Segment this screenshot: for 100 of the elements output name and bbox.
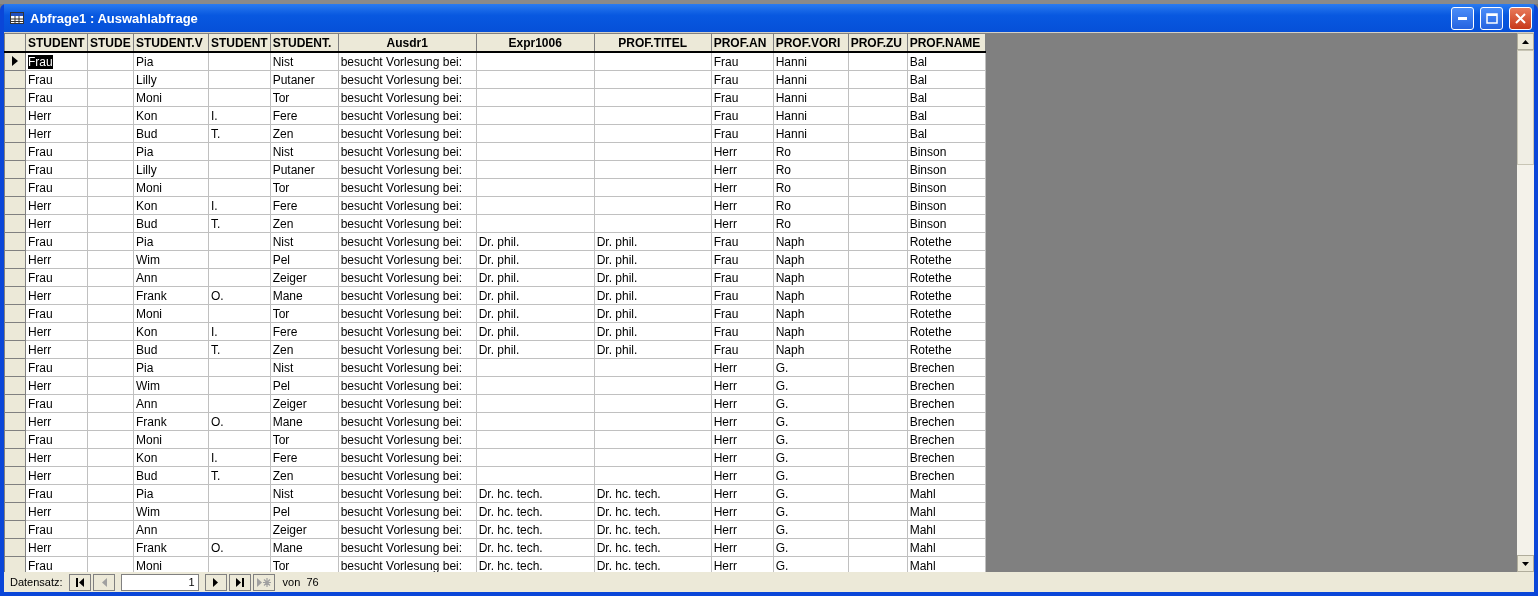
table-cell: Frau	[711, 70, 774, 89]
table-cell	[87, 106, 134, 125]
table-cell: Herr	[711, 214, 774, 233]
column-header[interactable]: STUDENT	[208, 33, 271, 52]
scroll-thumb[interactable]	[1517, 50, 1534, 165]
table-cell: Frau	[25, 142, 88, 161]
table-cell	[848, 52, 908, 71]
table-cell: Herr	[25, 466, 88, 485]
last-record-button[interactable]	[228, 573, 251, 591]
table-cell	[87, 358, 134, 377]
table-cell: Fere	[270, 196, 339, 215]
table-cell: Nist	[270, 52, 339, 71]
table-cell: Frau	[25, 88, 88, 107]
table-cell: Herr	[711, 196, 774, 215]
table-cell: besucht Vorlesung bei:	[338, 538, 477, 557]
column-header[interactable]: PROF.TITEL	[594, 33, 712, 52]
table-cell	[848, 484, 908, 503]
table-cell: Frank	[133, 286, 209, 305]
table-cell	[208, 520, 271, 539]
table-cell: Rotethe	[907, 250, 986, 269]
first-record-button[interactable]	[68, 573, 91, 591]
column-header[interactable]: STUDENT.	[270, 33, 339, 52]
column-header[interactable]: PROF.VORI	[773, 33, 849, 52]
table-cell	[87, 538, 134, 557]
table-cell: Nist	[270, 232, 339, 251]
table-cell: Rotethe	[907, 268, 986, 287]
column-header[interactable]: Ausdr1	[338, 33, 477, 52]
table-cell: Binson	[907, 160, 986, 179]
table-cell: Kon	[133, 448, 209, 467]
table-cell: Hanni	[773, 88, 849, 107]
table-cell: besucht Vorlesung bei:	[338, 286, 477, 305]
table-cell: Mahl	[907, 484, 986, 503]
table-cell: Kon	[133, 322, 209, 341]
table-cell: Lilly	[133, 160, 209, 179]
table-cell	[208, 142, 271, 161]
table-cell: Binson	[907, 142, 986, 161]
table-cell	[848, 358, 908, 377]
table-cell: Dr. hc. tech.	[476, 520, 595, 539]
table-cell: Dr. phil.	[594, 250, 712, 269]
table-cell: besucht Vorlesung bei:	[338, 178, 477, 197]
table-cell: Frau	[711, 106, 774, 125]
minimize-button[interactable]	[1451, 6, 1474, 30]
table-cell	[87, 250, 134, 269]
table-cell	[87, 376, 134, 395]
record-count: von 76	[282, 576, 319, 588]
table-cell	[848, 502, 908, 521]
scroll-up-button[interactable]	[1517, 33, 1534, 50]
table-cell: besucht Vorlesung bei:	[338, 88, 477, 107]
table-cell	[87, 430, 134, 449]
table-cell: besucht Vorlesung bei:	[338, 412, 477, 431]
table-cell: Dr. phil.	[476, 232, 595, 251]
table-cell: Herr	[711, 448, 774, 467]
table-cell	[87, 322, 134, 341]
table-cell: Frau	[711, 124, 774, 143]
table-cell: O.	[208, 538, 271, 557]
table-cell: Herr	[711, 178, 774, 197]
table-cell: Dr. hc. tech.	[476, 538, 595, 557]
table-cell	[848, 142, 908, 161]
table-cell: Zen	[270, 124, 339, 143]
column-header[interactable]: PROF.AN	[711, 33, 774, 52]
table-cell: Pia	[133, 52, 209, 71]
table-cell: Herr	[25, 340, 88, 359]
table-cell: Frau	[711, 268, 774, 287]
column-header[interactable]: STUDENT.V	[133, 33, 209, 52]
table-cell: Bud	[133, 466, 209, 485]
table-cell: Brechen	[907, 448, 986, 467]
table-cell: besucht Vorlesung bei:	[338, 340, 477, 359]
next-record-button[interactable]	[204, 573, 227, 591]
previous-record-icon	[100, 577, 107, 587]
maximize-button[interactable]	[1480, 6, 1503, 30]
column-header[interactable]: PROF.ZU	[848, 33, 908, 52]
table-cell: Fere	[270, 106, 339, 125]
table-cell: Ro	[773, 160, 849, 179]
table-cell: Hanni	[773, 124, 849, 143]
table-cell: Naph	[773, 250, 849, 269]
table-cell	[87, 412, 134, 431]
table-cell: Ro	[773, 196, 849, 215]
scroll-down-button[interactable]	[1517, 555, 1534, 572]
table-cell: G.	[773, 466, 849, 485]
column-header[interactable]: STUDENT	[25, 33, 88, 52]
record-number-field[interactable]: 1	[120, 573, 199, 591]
table-cell: Brechen	[907, 466, 986, 485]
table-cell	[87, 214, 134, 233]
table-cell: Dr. phil.	[476, 286, 595, 305]
column-header[interactable]: Expr1006	[476, 33, 595, 52]
table-cell: Ro	[773, 178, 849, 197]
table-cell: Naph	[773, 340, 849, 359]
table-cell: O.	[208, 286, 271, 305]
close-button[interactable]	[1509, 6, 1532, 30]
column-header[interactable]: STUDE	[87, 33, 134, 52]
table-cell: Dr. hc. tech.	[594, 520, 712, 539]
table-cell: besucht Vorlesung bei:	[338, 394, 477, 413]
table-cell: Brechen	[907, 412, 986, 431]
table-cell: Herr	[25, 376, 88, 395]
table-cell: Bal	[907, 88, 986, 107]
table-cell: Herr	[25, 106, 88, 125]
table-cell: Dr. hc. tech.	[594, 502, 712, 521]
table-cell: Dr. hc. tech.	[476, 502, 595, 521]
table-cell	[208, 430, 271, 449]
column-header[interactable]: PROF.NAME	[907, 33, 986, 52]
